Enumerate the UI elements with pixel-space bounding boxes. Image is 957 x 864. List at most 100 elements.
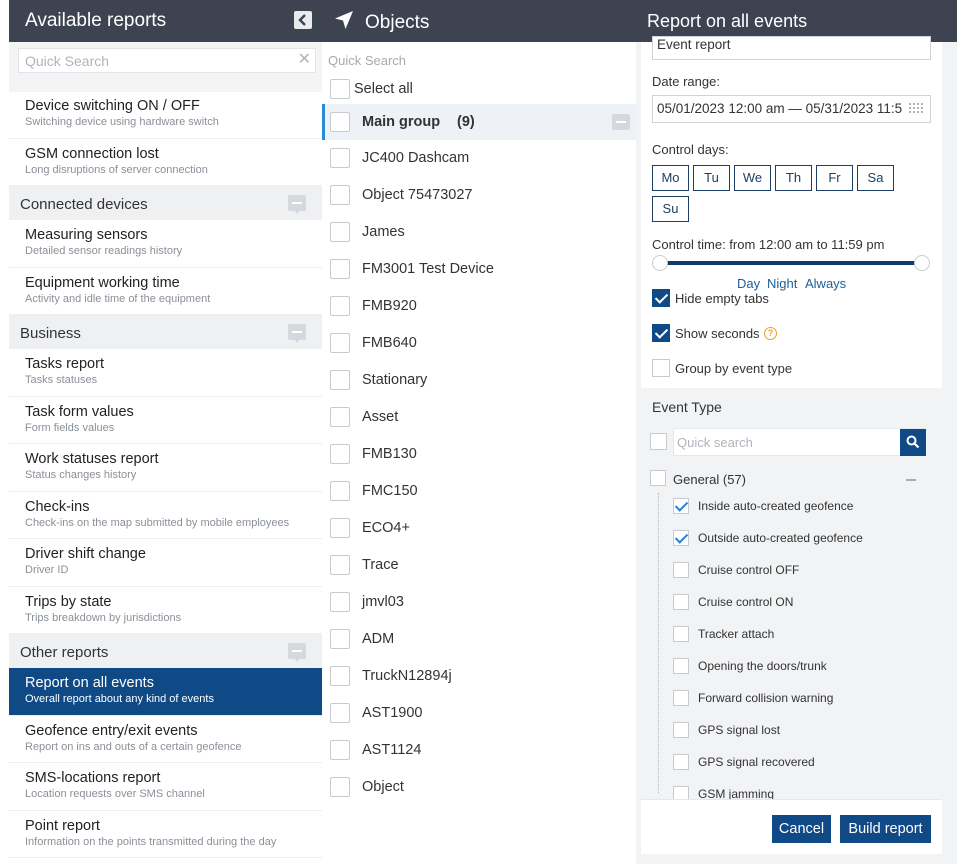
- collapse-category-icon[interactable]: [288, 195, 306, 214]
- day-th[interactable]: Th: [775, 165, 812, 191]
- event-checkbox[interactable]: [673, 626, 689, 642]
- object-checkbox[interactable]: [330, 407, 350, 427]
- object-checkbox[interactable]: [330, 666, 350, 686]
- event-checkbox[interactable]: [673, 594, 689, 610]
- object-checkbox[interactable]: [330, 703, 350, 723]
- clear-search-icon[interactable]: ✕: [298, 52, 311, 68]
- day-sa[interactable]: Sa: [857, 165, 894, 191]
- group-row-main[interactable]: Main group (9): [322, 104, 636, 140]
- object-row[interactable]: jmvl03: [322, 584, 636, 620]
- slider-start-handle[interactable]: [652, 255, 668, 271]
- object-row[interactable]: James: [322, 214, 636, 250]
- object-row[interactable]: AST1124: [322, 732, 636, 768]
- report-item-tasks[interactable]: Tasks report Tasks statuses: [9, 349, 322, 397]
- object-row[interactable]: Object: [322, 769, 636, 805]
- report-item-trips-by-state[interactable]: Trips by state Trips breakdown by jurisdi…: [9, 587, 322, 634]
- object-checkbox[interactable]: [330, 296, 350, 316]
- object-checkbox[interactable]: [330, 740, 350, 760]
- collapse-category-icon[interactable]: [288, 643, 306, 662]
- report-item-device-switching[interactable]: Device switching ON / OFF Switching devi…: [9, 91, 322, 139]
- event-checkbox[interactable]: [673, 722, 689, 738]
- event-type-row[interactable]: GPS signal lost: [673, 715, 923, 747]
- time-range-slider[interactable]: [660, 261, 922, 265]
- event-search-input[interactable]: [674, 429, 894, 455]
- object-row[interactable]: AST1900: [322, 695, 636, 731]
- time-option-day[interactable]: Day: [737, 276, 760, 291]
- object-row[interactable]: Object 75473027: [322, 177, 636, 213]
- object-row[interactable]: FMB130: [322, 436, 636, 472]
- event-checkbox[interactable]: [673, 498, 689, 514]
- event-checkbox[interactable]: [673, 658, 689, 674]
- object-row[interactable]: ADM: [322, 621, 636, 657]
- event-search-button[interactable]: [900, 429, 926, 456]
- category-business[interactable]: Business: [9, 315, 322, 349]
- report-item-driver-shift[interactable]: Driver shift change Driver ID: [9, 539, 322, 587]
- day-mo[interactable]: Mo: [652, 165, 689, 191]
- object-checkbox[interactable]: [330, 777, 350, 797]
- object-checkbox[interactable]: [330, 222, 350, 242]
- date-range-field[interactable]: 05/01/2023 12:00 am — 05/31/2023 11:5: [652, 95, 931, 123]
- report-item-all-events[interactable]: Report on all events Overall report about…: [9, 668, 322, 716]
- day-fr[interactable]: Fr: [816, 165, 853, 191]
- day-su[interactable]: Su: [652, 196, 689, 222]
- reports-search-input[interactable]: [19, 49, 289, 72]
- object-checkbox[interactable]: [330, 555, 350, 575]
- object-row[interactable]: ECO4+: [322, 510, 636, 546]
- object-row[interactable]: JC400 Dashcam: [322, 140, 636, 176]
- event-checkbox[interactable]: [673, 690, 689, 706]
- object-row[interactable]: Stationary: [322, 362, 636, 398]
- object-row[interactable]: TruckN12894j: [322, 658, 636, 694]
- cancel-button[interactable]: Cancel: [772, 815, 831, 843]
- general-group-label[interactable]: General (57): [673, 472, 746, 487]
- help-icon[interactable]: ?: [764, 327, 777, 340]
- report-item-equipment-time[interactable]: Equipment working time Activity and idle …: [9, 268, 322, 315]
- event-checkbox[interactable]: [673, 562, 689, 578]
- report-item-task-form[interactable]: Task form values Form fields values: [9, 397, 322, 444]
- event-type-row[interactable]: Inside auto-created geofence: [673, 491, 923, 523]
- group-checkbox[interactable]: [330, 112, 350, 132]
- object-row[interactable]: Trace: [322, 547, 636, 583]
- event-type-row[interactable]: Forward collision warning: [673, 683, 923, 715]
- day-we[interactable]: We: [734, 165, 771, 191]
- report-item-gsm-lost[interactable]: GSM connection lost Long disruptions of …: [9, 139, 322, 186]
- select-all-checkbox[interactable]: [330, 79, 350, 99]
- object-checkbox[interactable]: [330, 629, 350, 649]
- collapse-category-icon[interactable]: [288, 324, 306, 343]
- category-other-reports[interactable]: Other reports: [9, 634, 322, 668]
- slider-end-handle[interactable]: [914, 255, 930, 271]
- event-type-row[interactable]: GPS signal recovered: [673, 747, 923, 779]
- object-row[interactable]: FMB640: [322, 325, 636, 361]
- select-all-row[interactable]: Select all: [322, 74, 636, 104]
- object-checkbox[interactable]: [330, 444, 350, 464]
- collapse-group-icon[interactable]: [612, 114, 630, 130]
- event-type-row[interactable]: Opening the doors/trunk: [673, 651, 923, 683]
- report-item-point[interactable]: Point report Information on the points tr…: [9, 811, 322, 858]
- object-row[interactable]: FMC150: [322, 473, 636, 509]
- object-checkbox[interactable]: [330, 259, 350, 279]
- objects-search-input[interactable]: Quick Search: [328, 53, 406, 68]
- event-type-row[interactable]: Tracker attach: [673, 619, 923, 651]
- group-by-event-type-checkbox[interactable]: [652, 359, 670, 377]
- calendar-grid-icon[interactable]: [909, 103, 925, 115]
- event-checkbox[interactable]: [673, 530, 689, 546]
- report-item-work-statuses[interactable]: Work statuses report Status changes histo…: [9, 444, 322, 492]
- build-report-button[interactable]: Build report: [840, 815, 931, 843]
- object-checkbox[interactable]: [330, 518, 350, 538]
- report-item-sms-locations[interactable]: SMS-locations report Location requests ov…: [9, 763, 322, 811]
- report-item-measuring-sensors[interactable]: Measuring sensors Detailed sensor reading…: [9, 220, 322, 268]
- object-row[interactable]: FMB920: [322, 288, 636, 324]
- time-option-night[interactable]: Night: [767, 276, 797, 291]
- object-checkbox[interactable]: [330, 481, 350, 501]
- object-row[interactable]: FM3001 Test Device: [322, 251, 636, 287]
- day-tu[interactable]: Tu: [693, 165, 730, 191]
- report-item-check-ins[interactable]: Check-ins Check-ins on the map submitted …: [9, 492, 322, 539]
- event-type-row[interactable]: Cruise control OFF: [673, 555, 923, 587]
- category-connected-devices[interactable]: Connected devices: [9, 186, 322, 220]
- object-checkbox[interactable]: [330, 148, 350, 168]
- object-checkbox[interactable]: [330, 592, 350, 612]
- object-checkbox[interactable]: [330, 333, 350, 353]
- general-group-checkbox[interactable]: [650, 470, 666, 486]
- object-checkbox[interactable]: [330, 185, 350, 205]
- show-seconds-checkbox[interactable]: [652, 324, 670, 342]
- report-type-field[interactable]: Event report: [652, 36, 931, 60]
